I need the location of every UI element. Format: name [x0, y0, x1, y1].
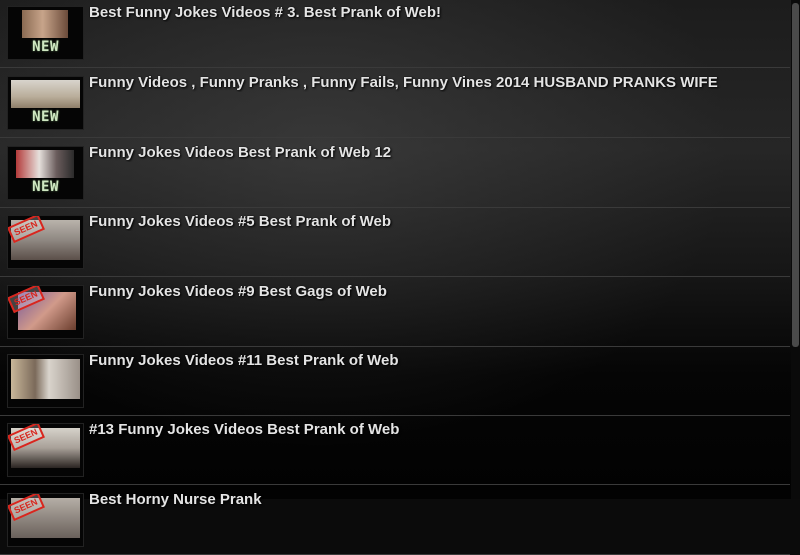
- video-title: Funny Jokes Videos Best Prank of Web 12: [89, 144, 392, 161]
- new-badge: NEW: [32, 39, 59, 55]
- new-badge: NEW: [32, 179, 59, 195]
- video-title: Funny Jokes Videos #9 Best Gags of Web: [89, 283, 387, 300]
- thumbnail-image: [11, 80, 80, 108]
- video-title: #13 Funny Jokes Videos Best Prank of Web: [89, 421, 400, 438]
- video-thumbnail: SEEN: [7, 285, 84, 339]
- video-list-item[interactable]: Funny Jokes Videos #11 Best Prank of Web: [0, 346, 790, 416]
- video-thumbnail: SEEN: [7, 215, 84, 269]
- video-thumbnail: NEW: [7, 6, 84, 60]
- thumbnail-image: [11, 359, 80, 399]
- video-thumbnail: [7, 354, 84, 408]
- video-list-item[interactable]: SEEN Best Horny Nurse Prank: [0, 485, 790, 555]
- video-list-item[interactable]: SEEN #13 Funny Jokes Videos Best Prank o…: [0, 415, 790, 485]
- video-thumbnail: SEEN: [7, 423, 84, 477]
- video-title: Best Funny Jokes Videos # 3. Best Prank …: [89, 4, 442, 21]
- video-list-item[interactable]: NEW Best Funny Jokes Videos # 3. Best Pr…: [0, 0, 790, 68]
- video-title: Best Horny Nurse Prank: [89, 491, 262, 508]
- video-title: Funny Jokes Videos #11 Best Prank of Web: [89, 352, 399, 369]
- scrollbar-thumb[interactable]: [792, 3, 799, 347]
- video-thumbnail: NEW: [7, 146, 84, 200]
- thumbnail-image: [22, 10, 68, 38]
- scrollbar[interactable]: [791, 0, 800, 499]
- video-thumbnail: NEW: [7, 76, 84, 130]
- video-list-item[interactable]: NEW Funny Jokes Videos Best Prank of Web…: [0, 138, 790, 208]
- thumbnail-image: [16, 150, 74, 178]
- video-list-item[interactable]: SEEN Funny Jokes Videos #5 Best Prank of…: [0, 207, 790, 277]
- video-thumbnail: SEEN: [7, 493, 84, 547]
- video-list-item[interactable]: NEW Funny Videos , Funny Pranks , Funny …: [0, 68, 790, 138]
- video-title: Funny Videos , Funny Pranks , Funny Fail…: [89, 74, 718, 91]
- video-list-item[interactable]: SEEN Funny Jokes Videos #9 Best Gags of …: [0, 277, 790, 347]
- new-badge: NEW: [32, 109, 59, 125]
- video-title: Funny Jokes Videos #5 Best Prank of Web: [89, 213, 392, 230]
